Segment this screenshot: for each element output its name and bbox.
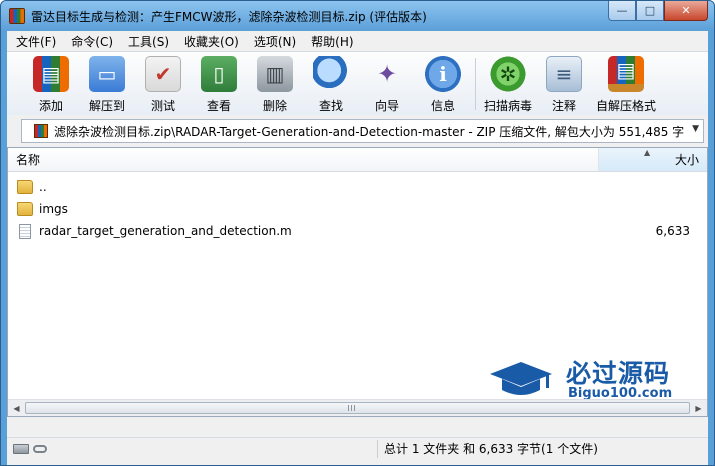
file-row-parent[interactable]: .. <box>8 176 707 198</box>
status-bar: 总计 1 文件夹 和 6,633 字节(1 个文件) <box>7 417 708 465</box>
maximize-button[interactable]: □ <box>636 1 664 21</box>
grip-icon <box>348 405 357 411</box>
menu-bar: 文件(F) 命令(C) 工具(S) 收藏夹(O) 选项(N) 帮助(H) <box>7 31 708 51</box>
graduation-cap-icon <box>490 362 552 395</box>
address-bar[interactable]: 滤除杂波检测目标.zip\RADAR-Target-Generation-and… <box>21 119 704 143</box>
status-text: 总计 1 文件夹 和 6,633 字节(1 个文件) <box>384 442 598 456</box>
scroll-right-icon[interactable]: ▶ <box>690 400 707 416</box>
chevron-down-icon[interactable]: ▼ <box>692 124 699 134</box>
column-size-header[interactable]: 大小 <box>599 148 707 171</box>
column-header: 名称 大小 ▲ <box>8 148 707 172</box>
file-name: .. <box>39 180 47 194</box>
address-path: 滤除杂波检测目标.zip\RADAR-Target-Generation-and… <box>54 124 684 139</box>
info-icon: i <box>425 56 461 92</box>
menu-options[interactable]: 选项(N) <box>247 33 304 50</box>
toolbar-separator <box>475 58 476 110</box>
minimize-button[interactable]: — <box>608 1 636 21</box>
magic-wand-icon: ✦ <box>376 60 398 88</box>
clipboard-check-icon: ✔ <box>145 56 181 92</box>
menu-favorites[interactable]: 收藏夹(O) <box>177 33 247 50</box>
test-button[interactable]: ✔ 测试 <box>135 52 191 114</box>
file-row-m-file[interactable]: radar_target_generation_and_detection.m … <box>8 220 707 242</box>
watermark-brand: 必过源码 <box>566 359 671 388</box>
file-name: imgs <box>39 202 68 216</box>
address-area: 滤除杂波检测目标.zip\RADAR-Target-Generation-and… <box>7 115 708 147</box>
info-button[interactable]: i 信息 <box>415 52 471 114</box>
window-controls: — □ ✕ <box>608 1 708 21</box>
folder-icon <box>17 180 33 194</box>
close-button[interactable]: ✕ <box>664 1 708 21</box>
sort-up-icon: ▲ <box>644 148 651 157</box>
folder-icon <box>17 202 33 216</box>
menu-help[interactable]: 帮助(H) <box>304 33 361 50</box>
window-title: 雷达目标生成与检测：产生FMCW波形，滤除杂波检测目标.zip (评估版本) <box>31 9 427 24</box>
comment-button[interactable]: ≡ 注释 <box>536 52 592 114</box>
menu-file[interactable]: 文件(F) <box>9 33 64 50</box>
file-list: 名称 大小 ▲ .. imgs radar_target_generation_… <box>7 147 708 417</box>
scroll-thumb[interactable] <box>25 402 690 414</box>
toolbar: ▤ 添加 ▭ 解压到 ✔ 测试 ▯ 查看 ▥ 删除 查找 ✦ 向导 i 信息 ✲… <box>7 51 708 115</box>
menu-commands[interactable]: 命令(C) <box>64 33 121 50</box>
sfx-box-icon: ▤ <box>608 56 644 92</box>
wizard-button[interactable]: ✦ 向导 <box>359 52 415 114</box>
file-row-imgs[interactable]: imgs <box>8 198 707 220</box>
title-bar: 雷达目标生成与检测：产生FMCW波形，滤除杂波检测目标.zip (评估版本) —… <box>1 1 714 31</box>
status-inner: 总计 1 文件夹 和 6,633 字节(1 个文件) <box>7 437 708 459</box>
scroll-left-icon[interactable]: ◀ <box>8 400 25 416</box>
file-size: 6,633 <box>655 224 690 238</box>
file-rows: .. imgs radar_target_generation_and_dete… <box>8 172 707 242</box>
open-book-icon: ▯ <box>201 56 237 92</box>
menu-tools[interactable]: 工具(S) <box>121 33 177 50</box>
key-icon[interactable] <box>33 444 47 453</box>
column-name-header[interactable]: 名称 <box>8 148 599 171</box>
archive-icon <box>34 124 48 138</box>
sfx-button[interactable]: ▤ 自解压格式 <box>592 52 660 114</box>
virus-scan-button[interactable]: ✲ 扫描病毒 <box>480 52 536 114</box>
file-name: radar_target_generation_and_detection.m <box>39 224 292 238</box>
text-file-icon <box>19 223 31 239</box>
add-button[interactable]: ▤ 添加 <box>23 52 79 114</box>
virus-scan-icon: ✲ <box>490 56 526 92</box>
horizontal-scrollbar[interactable]: ◀ ▶ <box>8 399 707 416</box>
extract-to-button[interactable]: ▭ 解压到 <box>79 52 135 114</box>
view-button[interactable]: ▯ 查看 <box>191 52 247 114</box>
trash-icon: ▥ <box>257 56 293 92</box>
app-window: 雷达目标生成与检测：产生FMCW波形，滤除杂波检测目标.zip (评估版本) —… <box>0 0 715 466</box>
status-icons <box>7 443 47 454</box>
find-button[interactable]: 查找 <box>303 52 359 114</box>
books-icon: ▤ <box>33 56 69 92</box>
drive-icon[interactable] <box>13 443 29 454</box>
magnifier-icon <box>313 56 349 92</box>
status-separator <box>377 439 378 458</box>
winrar-app-icon <box>9 8 25 24</box>
folder-extract-icon: ▭ <box>89 56 125 92</box>
comment-icon: ≡ <box>546 56 582 92</box>
delete-button[interactable]: ▥ 删除 <box>247 52 303 114</box>
